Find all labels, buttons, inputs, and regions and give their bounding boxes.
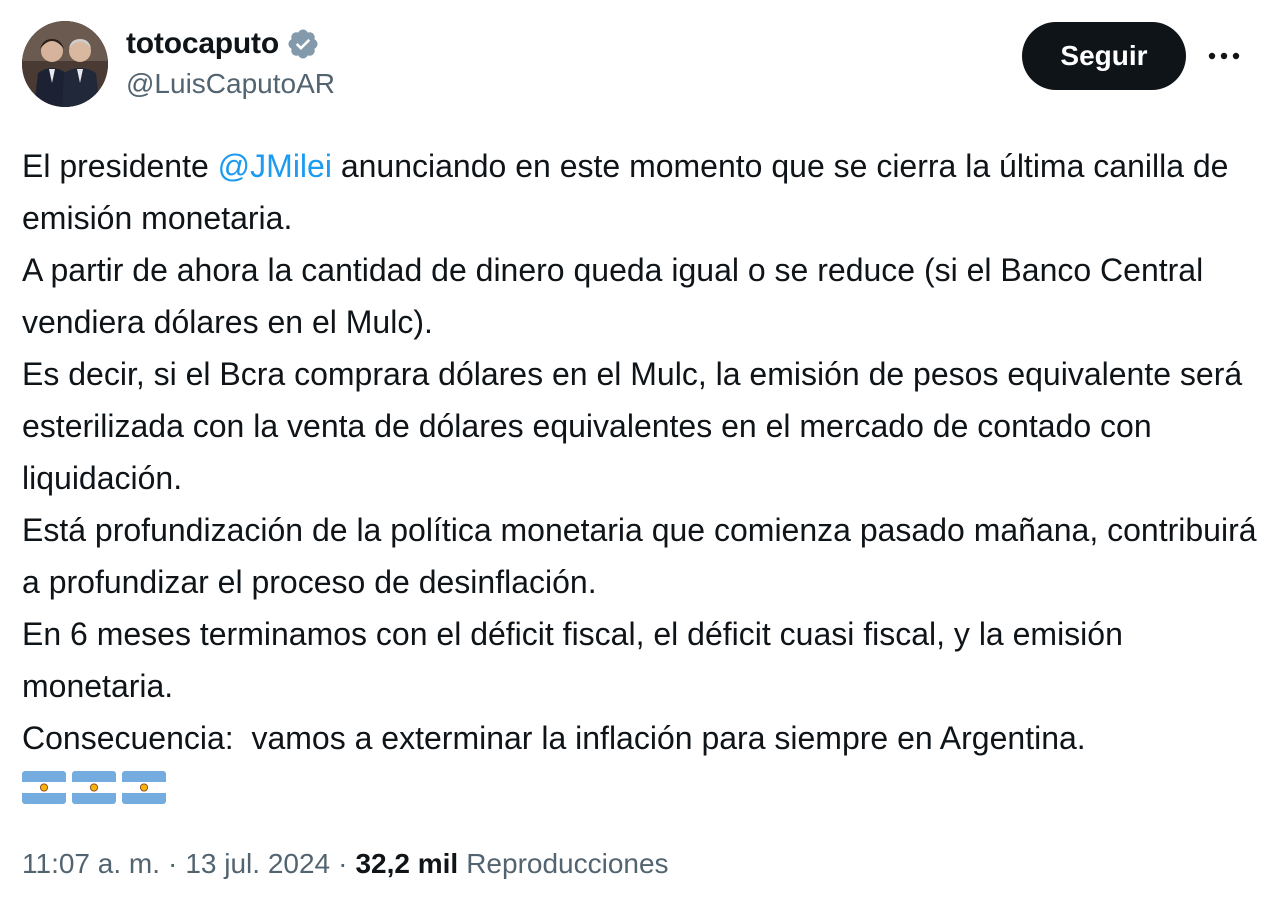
display-name[interactable]: totocaputo: [126, 27, 279, 61]
date[interactable]: 13 jul. 2024: [185, 848, 330, 880]
separator-dot: ·: [168, 848, 178, 879]
tweet-paragraph: Consecuencia: vamos a exterminar la infl…: [22, 720, 1086, 756]
author-info: totocaputo @LuisCaputoAR: [126, 22, 335, 100]
handle[interactable]: @LuisCaputoAR: [126, 68, 335, 100]
tweet-paragraph: A partir de ahora la cantidad de dinero …: [22, 252, 1213, 340]
avatar-photo-icon: [22, 21, 108, 107]
views-count: 32,2 mil: [355, 848, 459, 879]
tweet-paragraph: En 6 meses terminamos con el déficit fis…: [22, 616, 1132, 704]
tweet-paragraph: Es decir, si el Bcra comprara dólares en…: [22, 356, 1252, 496]
timestamp[interactable]: 11:07 a. m.: [22, 848, 160, 880]
tweet-meta: 11:07 a. m. · 13 jul. 2024 · 32,2 mil Re…: [22, 848, 669, 880]
tweet-text: El presidente @JMilei anunciando en este…: [22, 140, 1262, 764]
more-horizontal-icon[interactable]: [1200, 36, 1248, 76]
tweet-text-segment: El presidente: [22, 148, 218, 184]
author-name-row: totocaputo: [126, 22, 335, 66]
tweet-card: totocaputo @LuisCaputoAR Seguir El presi…: [0, 0, 1280, 913]
follow-button[interactable]: Seguir: [1022, 22, 1186, 90]
flag-emoji-row: [22, 771, 166, 804]
tweet-paragraph: El presidente @JMilei anunciando en este…: [22, 140, 1262, 244]
tweet-paragraph: Está profundización de la política monet…: [22, 512, 1266, 600]
argentina-flag-icon: [122, 771, 166, 804]
avatar[interactable]: [22, 21, 108, 107]
argentina-flag-icon: [22, 771, 66, 804]
argentina-flag-icon: [72, 771, 116, 804]
separator-dot: ·: [338, 848, 348, 879]
mention-link[interactable]: @JMilei: [218, 148, 332, 184]
verified-badge-icon[interactable]: [286, 27, 320, 61]
views-label: Reproducciones: [466, 848, 669, 879]
